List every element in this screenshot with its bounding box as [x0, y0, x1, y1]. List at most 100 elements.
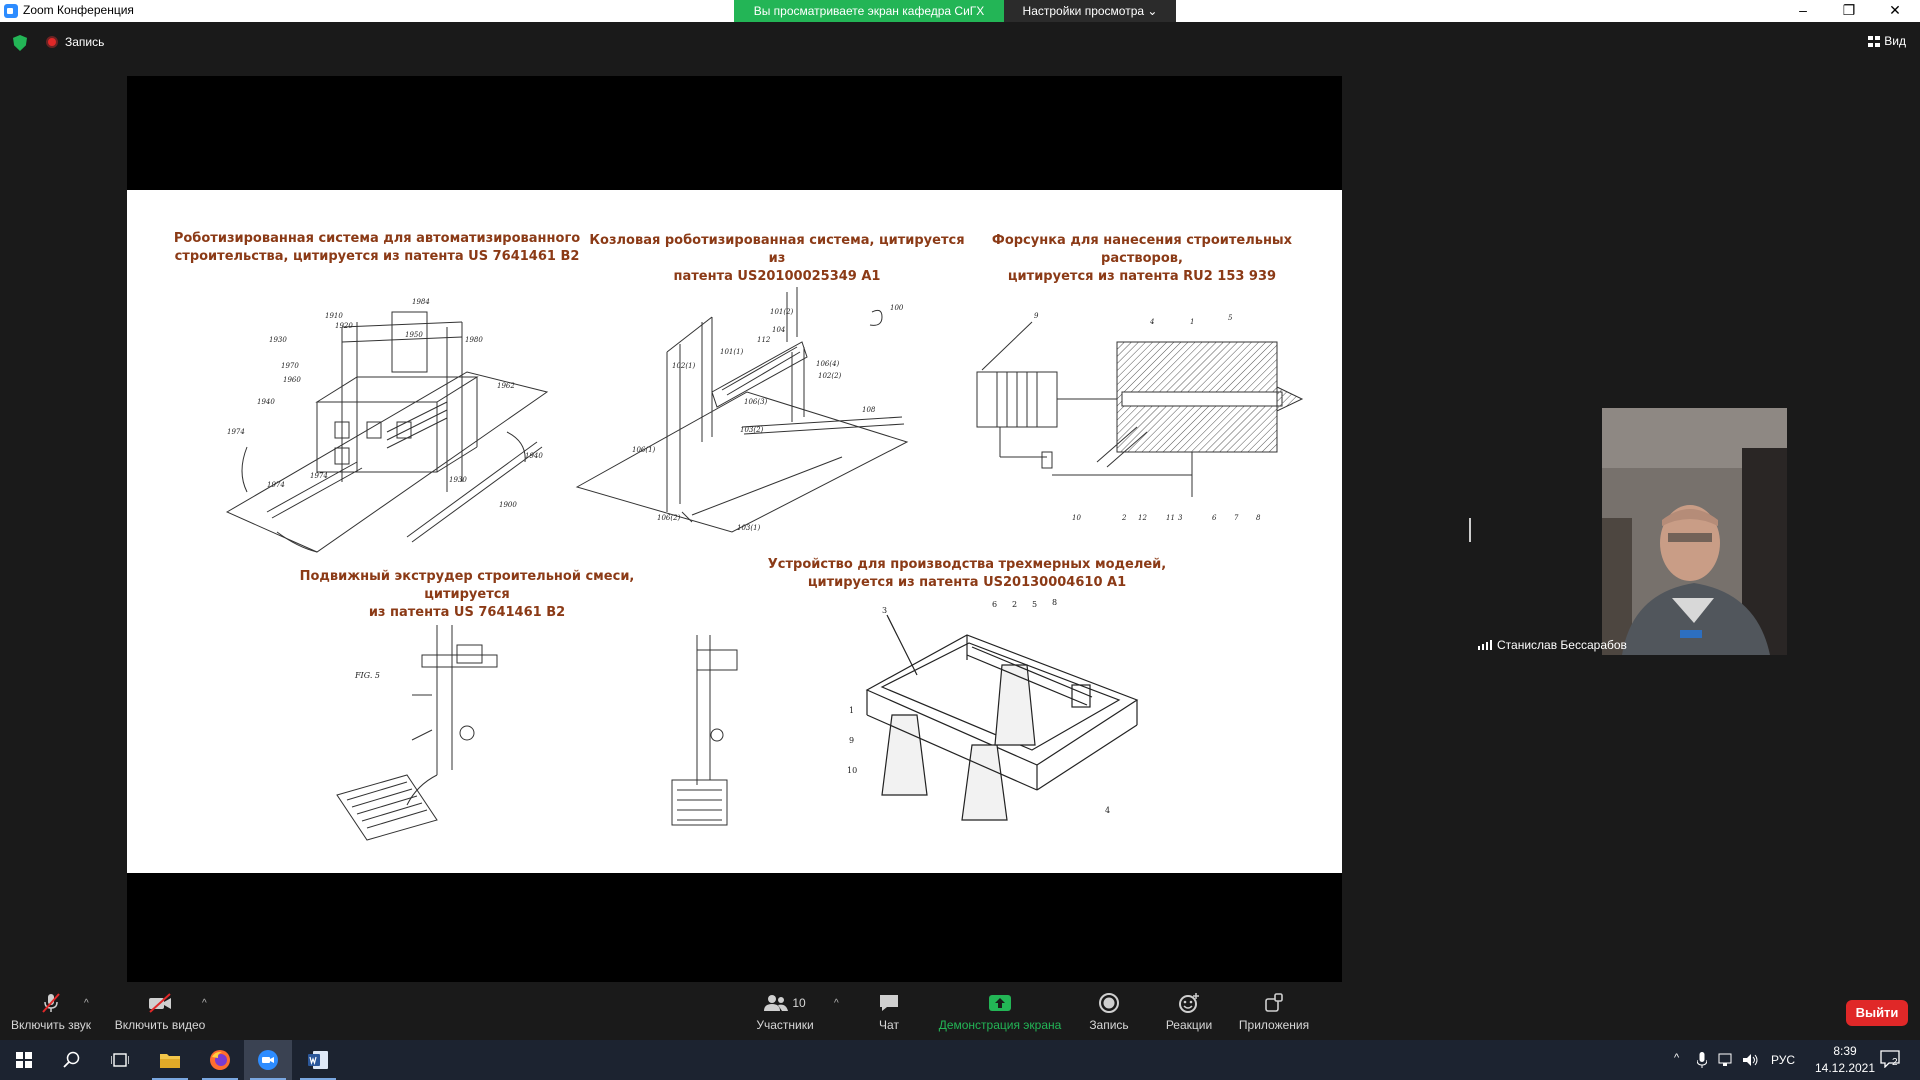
chat-button[interactable]: Чат [868, 992, 910, 1032]
panel-resize-handle[interactable] [1469, 518, 1471, 542]
notifications-count: 2 [1892, 1057, 1898, 1068]
fig-label: 106(2) [657, 514, 681, 522]
input-language[interactable]: РУС [1771, 1053, 1795, 1067]
fig-label: 112 [757, 336, 771, 344]
folder-icon [160, 1054, 180, 1068]
shared-screen: Роботизированная система для автоматизир… [127, 76, 1342, 986]
connection-signal-icon [1478, 640, 1492, 650]
caption-line: Устройство для производства трехмерных м… [767, 557, 1167, 572]
participant-name: Станислав Бессарабов [1497, 638, 1627, 652]
patent-figure-gantry-system: 100 101(2) 104 112 102(1) 101(1) 106(4) … [575, 287, 909, 533]
patent-figure-3d-device: 3 6 2 5 8 1 9 10 4 [847, 598, 1139, 821]
fig-label: 1962 [497, 382, 515, 390]
fig-label: 103(2) [740, 426, 764, 434]
view-options-button[interactable]: Настройки просмотра ⌄ [1004, 0, 1176, 22]
task-view-button[interactable] [96, 1040, 144, 1080]
clock-date[interactable]: 14.12.2021 [1804, 1061, 1886, 1075]
participants-button[interactable]: 10 Участники [752, 992, 818, 1032]
clock-time[interactable]: 8:39 [1823, 1044, 1867, 1058]
task-view-icon [111, 1053, 129, 1067]
share-status-label: Вы просматриваете экран кафедра СиГХ [734, 0, 1004, 22]
fig-label: 1920 [335, 322, 353, 330]
patent-figure-nozzle: 9 4 1 5 10 2 12 11 3 6 7 8 [976, 312, 1304, 522]
chat-label: Чат [879, 1018, 899, 1032]
fig-label: 2 [1012, 600, 1017, 609]
volume-icon[interactable] [1742, 1053, 1760, 1067]
apps-label: Приложения [1238, 1018, 1310, 1032]
fig-label: 1950 [405, 331, 423, 339]
fig-label: 103(1) [737, 524, 761, 532]
record-button[interactable]: Запись [1084, 992, 1134, 1032]
fig-label: 101(2) [770, 308, 794, 316]
fig-label: 5 [1228, 314, 1233, 322]
window-title: Zoom Конференция [23, 3, 134, 17]
search-icon [63, 1051, 80, 1068]
network-icon[interactable] [1718, 1053, 1736, 1067]
view-button[interactable]: Вид [1868, 34, 1906, 48]
fig-label: 102(2) [818, 372, 842, 380]
fig-label: 1980 [465, 336, 483, 344]
fig-label: 10 [1072, 514, 1081, 522]
video-options-caret-icon[interactable]: ^ [202, 998, 207, 1009]
fig-label: 8 [1256, 514, 1261, 522]
fig-label: 1974 [227, 428, 245, 436]
share-screen-button[interactable]: Демонстрация экрана [936, 992, 1064, 1032]
fig-label: 9 [849, 736, 854, 745]
leave-meeting-button[interactable]: Выйти [1846, 1000, 1908, 1026]
search-button[interactable] [48, 1040, 96, 1080]
taskbar-file-explorer[interactable] [146, 1040, 194, 1080]
reactions-button[interactable]: Реакции [1162, 992, 1216, 1032]
taskbar-zoom[interactable] [244, 1040, 292, 1080]
caption-line: Роботизированная система для автоматизир… [173, 231, 581, 246]
fig-label: 100 [890, 304, 904, 312]
start-video-button[interactable]: Включить видео [112, 992, 208, 1032]
fig-label: 104 [772, 326, 785, 334]
caption-robotic-system: Роботизированная система для автоматизир… [167, 230, 587, 266]
security-shield-icon[interactable] [13, 35, 27, 51]
zoom-window: Zoom Конференция Вы просматриваете экран… [0, 0, 1920, 1080]
word-icon [308, 1051, 328, 1069]
notifications-button[interactable]: 2 [1880, 1050, 1904, 1070]
unmute-label: Включить звук [10, 1018, 92, 1032]
taskbar-firefox[interactable] [196, 1040, 244, 1080]
participants-caret-icon[interactable]: ^ [834, 998, 839, 1009]
apps-icon [1265, 993, 1283, 1012]
taskbar-word[interactable] [294, 1040, 342, 1080]
tray-overflow-chevron-icon[interactable]: ^ [1674, 1052, 1679, 1064]
fig-label: 1 [849, 706, 854, 715]
fig-label: 12 [1138, 514, 1147, 522]
restore-button[interactable]: ❐ [1826, 0, 1872, 22]
recording-dot-icon[interactable] [46, 36, 58, 48]
meeting-toolbar: Включить звук ^ Включить видео ^ 10 Учас… [0, 982, 1920, 1040]
participants-count: 10 [792, 996, 806, 1010]
fig-label: 2 [1121, 514, 1127, 522]
fig-label: 1960 [283, 376, 301, 384]
minimize-button[interactable]: – [1780, 0, 1826, 22]
fig-label: 102(1) [672, 362, 696, 370]
fig-label: 1910 [325, 312, 343, 320]
patent-figure-robotic-system: 1984 1910 1920 1950 1980 1930 1970 1960 … [225, 298, 549, 553]
participant-name-tag: Станислав Бессарабов [1478, 638, 1627, 652]
audio-options-caret-icon[interactable]: ^ [84, 998, 89, 1009]
caption-gantry-system: Козловая роботизированная система, цитир… [587, 232, 967, 286]
apps-button[interactable]: Приложения [1236, 992, 1312, 1032]
fig-label: 1940 [257, 398, 275, 406]
unmute-button[interactable]: Включить звук [10, 992, 92, 1032]
participant-video[interactable] [1602, 408, 1787, 655]
caption-nozzle: Форсунка для нанесения строительных раст… [967, 232, 1317, 286]
close-button[interactable]: ✕ [1872, 0, 1918, 22]
fig-label: 1940 [525, 452, 543, 460]
start-button[interactable] [0, 1040, 48, 1080]
microphone-tray-icon[interactable] [1697, 1052, 1707, 1068]
chat-icon [880, 995, 898, 1011]
fig-label: 106(1) [632, 446, 656, 454]
fig-label: 9 [1034, 312, 1039, 320]
participant-photo [1602, 408, 1787, 655]
fig-label: 6 [1212, 514, 1217, 522]
caption-line: строительства, цитируется из патента US … [174, 249, 580, 264]
camera-off-icon [149, 993, 171, 1013]
fig-label: FIG. 5 [354, 671, 380, 680]
share-banner: Вы просматриваете экран кафедра СиГХ Нас… [734, 0, 1176, 22]
recording-label[interactable]: Запись [65, 35, 104, 49]
fig-label: 1984 [412, 298, 430, 306]
